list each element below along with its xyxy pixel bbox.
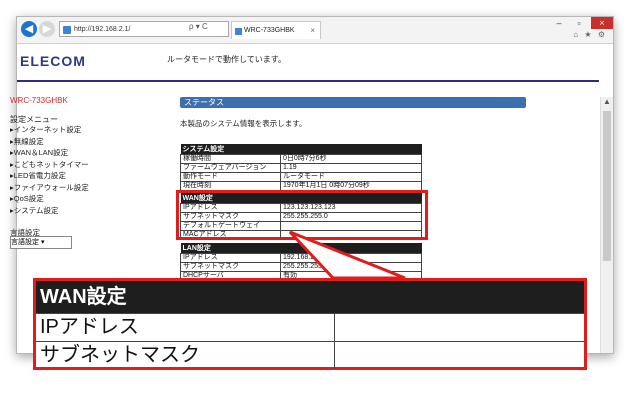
zoom-row: サブネットマスク — [36, 341, 584, 369]
zoom-row-label: IPアドレス — [40, 316, 139, 338]
zoom-row: IPアドレス — [36, 313, 584, 341]
zoom-divider — [334, 342, 335, 369]
zoom-divider — [334, 314, 335, 341]
zoom-title: WAN設定 — [36, 281, 584, 313]
callout-pointer — [288, 230, 406, 280]
zoom-row-label: サブネットマスク — [40, 344, 200, 366]
wan-zoom-callout: WAN設定 IPアドレス サブネットマスク — [33, 278, 587, 370]
